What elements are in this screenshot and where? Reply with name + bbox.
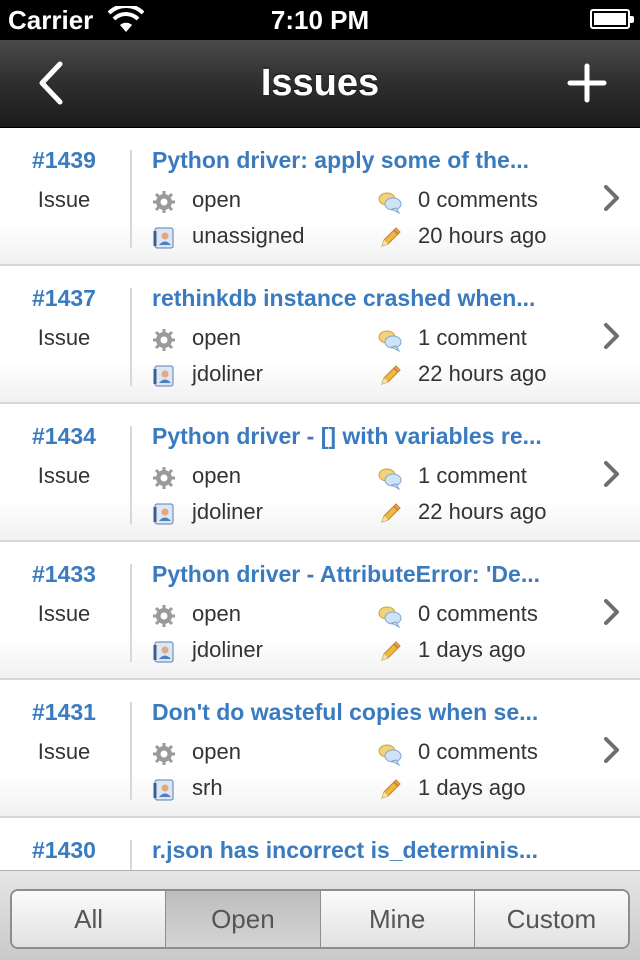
- speech-bubble-icon: [378, 744, 402, 766]
- issue-assignee: jdoliner: [192, 499, 263, 524]
- issue-assignee: jdoliner: [192, 361, 263, 386]
- contact-book-icon: [153, 779, 174, 801]
- gear-icon: [153, 329, 175, 351]
- issues-list: #1439 Issue Python driver: apply some of…: [0, 128, 640, 870]
- issue-updated: 1 days ago: [418, 775, 526, 800]
- pencil-icon: [381, 503, 401, 523]
- issue-row[interactable]: #1439 Issue Python driver: apply some of…: [0, 128, 640, 266]
- issue-comments: 0 comments: [418, 739, 538, 764]
- issue-comments: 1 comment: [418, 325, 527, 350]
- issue-title: Don't do wasteful copies when se...: [152, 699, 539, 725]
- issue-assignee: unassigned: [192, 223, 305, 248]
- issue-comments: 1 comment: [418, 463, 527, 488]
- gear-icon: [153, 743, 175, 765]
- issue-title: Python driver: apply some of the...: [152, 147, 530, 173]
- page-title: Issues: [260, 62, 380, 104]
- issue-comments: 0 comments: [418, 601, 538, 626]
- issue-updated: 1 days ago: [418, 637, 526, 662]
- issue-row[interactable]: #1431 Issue Don't do wasteful copies whe…: [0, 680, 640, 818]
- issue-state: open: [192, 601, 241, 626]
- issue-type: Issue: [37, 325, 91, 350]
- issue-state: open: [192, 187, 241, 212]
- chevron-right-icon: [604, 599, 619, 625]
- plus-icon[interactable]: [562, 58, 612, 108]
- issue-updated: 20 hours ago: [418, 223, 547, 248]
- divider: [130, 702, 132, 800]
- speech-bubble-icon: [378, 468, 402, 490]
- issue-updated: 22 hours ago: [418, 499, 547, 524]
- issue-row[interactable]: #1434 Issue Python driver - [] with vari…: [0, 404, 640, 542]
- issue-row[interactable]: #1433 Issue Python driver - AttributeErr…: [0, 542, 640, 680]
- issue-updated: 22 hours ago: [418, 361, 547, 386]
- pencil-icon: [381, 365, 401, 385]
- chevron-right-icon: [604, 737, 619, 763]
- issue-number: #1434: [32, 423, 96, 449]
- issue-title: r.json has incorrect is_determinis...: [152, 837, 539, 863]
- gear-icon: [153, 191, 175, 213]
- issue-comments: 0 comments: [418, 187, 538, 212]
- issue-assignee: jdoliner: [192, 637, 263, 662]
- divider: [130, 150, 132, 248]
- issue-type: Issue: [37, 463, 91, 488]
- divider: [130, 426, 132, 524]
- contact-book-icon: [153, 503, 174, 525]
- contact-book-icon: [153, 365, 174, 387]
- segment-all[interactable]: All: [12, 891, 167, 947]
- issue-title: Python driver - AttributeError: 'De...: [152, 561, 540, 587]
- issue-state: open: [192, 739, 241, 764]
- pencil-icon: [381, 779, 401, 799]
- issue-number: #1437: [32, 285, 96, 311]
- speech-bubble-icon: [378, 606, 402, 628]
- filter-segmented-control: All Open Mine Custom: [10, 889, 630, 949]
- issue-row[interactable]: #1430 r.json has incorrect is_determinis…: [0, 818, 640, 870]
- chevron-right-icon: [604, 323, 619, 349]
- contact-book-icon: [153, 641, 174, 663]
- filter-bar: All Open Mine Custom: [0, 870, 640, 960]
- chevron-right-icon: [604, 185, 619, 211]
- battery-icon: [590, 9, 634, 29]
- pencil-icon: [381, 227, 401, 247]
- issue-number: #1433: [32, 561, 96, 587]
- issue-state: open: [192, 325, 241, 350]
- issue-type: Issue: [37, 187, 91, 212]
- divider: [130, 288, 132, 386]
- pencil-icon: [381, 641, 401, 661]
- segment-open[interactable]: Open: [166, 891, 321, 947]
- gear-icon: [153, 605, 175, 627]
- navigation-bar: Issues: [0, 40, 640, 128]
- speech-bubble-icon: [378, 330, 402, 352]
- issue-row[interactable]: #1437 Issue rethinkdb instance crashed w…: [0, 266, 640, 404]
- issue-number: #1431: [32, 699, 96, 725]
- issue-assignee: srh: [192, 775, 223, 800]
- status-bar: Carrier 7:10 PM: [0, 0, 640, 40]
- chevron-right-icon: [604, 461, 619, 487]
- divider: [130, 564, 132, 662]
- issue-type: Issue: [37, 601, 91, 626]
- segment-custom[interactable]: Custom: [474, 891, 628, 947]
- issue-type: Issue: [37, 739, 91, 764]
- divider: [130, 840, 132, 870]
- issue-title: rethinkdb instance crashed when...: [152, 285, 536, 311]
- clock: 7:10 PM: [270, 5, 370, 35]
- gear-icon: [153, 467, 175, 489]
- contact-book-icon: [153, 227, 174, 249]
- speech-bubble-icon: [378, 192, 402, 214]
- issue-number: #1430: [32, 837, 96, 863]
- segment-mine[interactable]: Mine: [320, 891, 475, 947]
- issue-title: Python driver - [] with variables re...: [152, 423, 542, 449]
- issue-state: open: [192, 463, 241, 488]
- issue-number: #1439: [32, 147, 96, 173]
